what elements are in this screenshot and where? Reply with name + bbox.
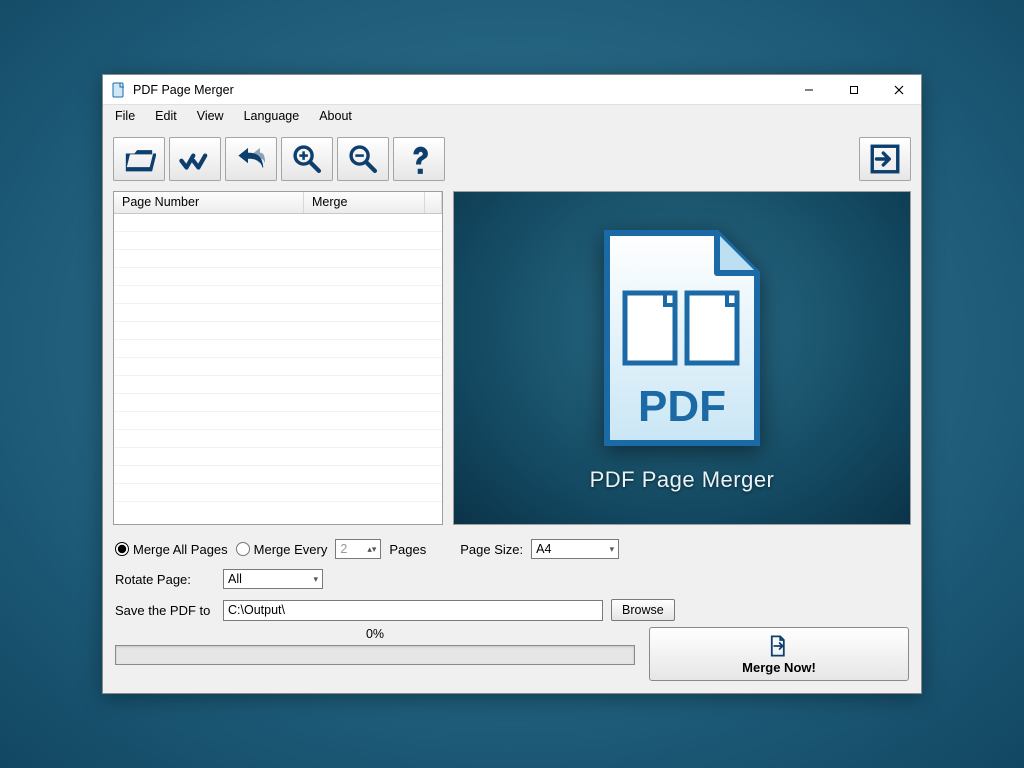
bottom-row: 0% Merge Now!	[103, 627, 921, 693]
merge-all-radio[interactable]: Merge All Pages	[115, 542, 228, 557]
list-row	[114, 340, 442, 358]
export-button[interactable]	[859, 137, 911, 181]
list-row	[114, 232, 442, 250]
help-button[interactable]	[393, 137, 445, 181]
list-row	[114, 376, 442, 394]
progress-bar	[115, 645, 635, 665]
progress-label: 0%	[366, 627, 384, 641]
list-row	[114, 268, 442, 286]
zoom-out-button[interactable]	[337, 137, 389, 181]
select-all-button[interactable]	[169, 137, 221, 181]
close-button[interactable]	[876, 75, 921, 105]
chevron-down-icon: ▾	[610, 544, 615, 555]
app-window: PDF Page Merger File Edit View Language …	[102, 74, 922, 694]
preview-title: PDF Page Merger	[590, 467, 775, 493]
list-row	[114, 430, 442, 448]
undo-button[interactable]	[225, 137, 277, 181]
page-size-label: Page Size:	[460, 542, 523, 557]
page-list[interactable]: Page Number Merge	[113, 191, 443, 525]
col-spacer	[425, 192, 442, 213]
list-row	[114, 412, 442, 430]
pdf-icon: PDF	[587, 223, 777, 453]
menu-file[interactable]: File	[107, 107, 143, 125]
merge-now-button[interactable]: Merge Now!	[649, 627, 909, 681]
list-row	[114, 394, 442, 412]
minimize-button[interactable]	[786, 75, 831, 105]
col-merge[interactable]: Merge	[304, 192, 425, 213]
list-row	[114, 214, 442, 232]
list-row	[114, 484, 442, 502]
list-row	[114, 250, 442, 268]
list-row	[114, 466, 442, 484]
pages-word: Pages	[389, 542, 426, 557]
svg-text:PDF: PDF	[638, 382, 726, 431]
col-page-number[interactable]: Page Number	[114, 192, 304, 213]
window-title: PDF Page Merger	[133, 83, 234, 97]
merge-all-label: Merge All Pages	[133, 542, 228, 557]
merge-every-radio[interactable]: Merge Every	[236, 542, 328, 557]
list-row	[114, 304, 442, 322]
list-row	[114, 322, 442, 340]
open-button[interactable]	[113, 137, 165, 181]
content-area: Page Number Merge	[103, 187, 921, 529]
toolbar	[103, 127, 921, 187]
merge-now-label: Merge Now!	[742, 660, 816, 675]
merge-every-label: Merge Every	[254, 542, 328, 557]
spinner-icon: ▴▾	[367, 544, 376, 555]
chevron-down-icon: ▾	[313, 574, 318, 585]
menu-view[interactable]: View	[189, 107, 232, 125]
app-icon	[111, 82, 127, 98]
save-path-input[interactable]: C:\Output\	[223, 600, 603, 621]
menubar: File Edit View Language About	[103, 105, 921, 127]
page-size-select[interactable]: A4▾	[531, 539, 619, 559]
list-row	[114, 448, 442, 466]
rotate-select[interactable]: All▾	[223, 569, 323, 589]
merge-icon	[767, 634, 791, 658]
menu-language[interactable]: Language	[236, 107, 308, 125]
menu-about[interactable]: About	[311, 107, 360, 125]
options-area: Merge All Pages Merge Every 2▴▾ Pages Pa…	[103, 529, 921, 627]
list-body[interactable]	[114, 214, 442, 524]
maximize-button[interactable]	[831, 75, 876, 105]
browse-button[interactable]: Browse	[611, 599, 675, 621]
list-row	[114, 286, 442, 304]
titlebar[interactable]: PDF Page Merger	[103, 75, 921, 105]
list-header: Page Number Merge	[114, 192, 442, 214]
zoom-in-button[interactable]	[281, 137, 333, 181]
list-row	[114, 358, 442, 376]
rotate-label: Rotate Page:	[115, 572, 215, 587]
menu-edit[interactable]: Edit	[147, 107, 185, 125]
preview-pane: PDF PDF Page Merger	[453, 191, 911, 525]
save-label: Save the PDF to	[115, 603, 215, 618]
merge-every-spinner[interactable]: 2▴▾	[335, 539, 381, 559]
